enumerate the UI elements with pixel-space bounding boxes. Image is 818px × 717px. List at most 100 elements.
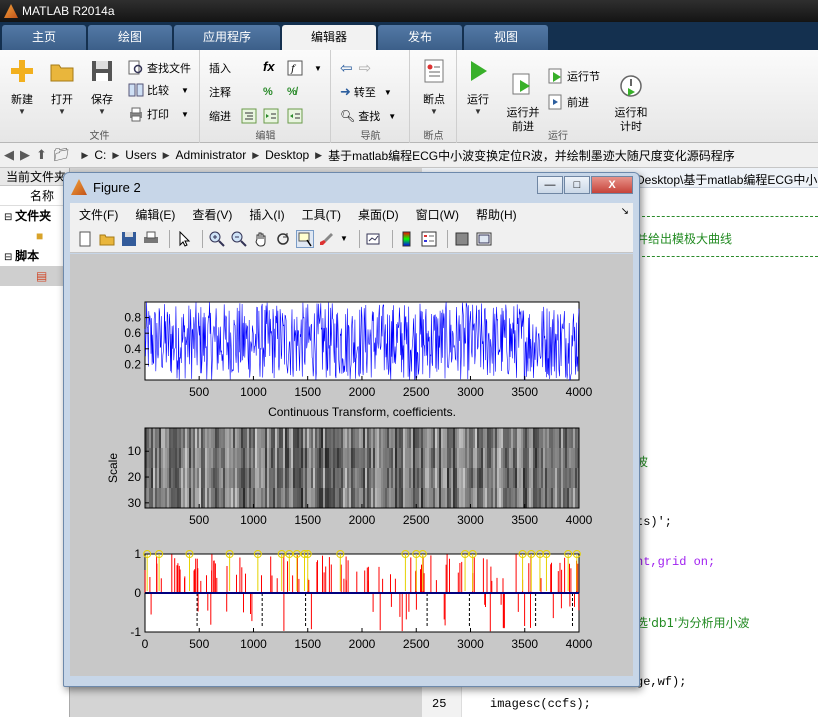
heatmap-cell (351, 428, 354, 449)
decrease-indent-button[interactable] (287, 106, 306, 126)
folder-item[interactable]: ■ (0, 226, 69, 246)
subplot-2-ylabel: Scale (106, 453, 120, 483)
run-group: 运行 ▼ 运行并 前进 运行节 前进 运行和 计时 运行 (458, 50, 658, 143)
name-column-header[interactable]: 名称 (0, 186, 69, 206)
figure-window[interactable]: Figure 2 — □ X 文件(F) 编辑(E) 查看(V) 插入(I) 工… (63, 172, 640, 687)
heatmap-cell (225, 428, 228, 449)
heatmap-cell (317, 448, 320, 469)
heatmap-cell (499, 468, 502, 489)
heatmap-cell (475, 488, 478, 509)
menu-insert[interactable]: 插入(I) (249, 206, 284, 223)
advance-button[interactable]: 前进 (548, 92, 589, 112)
maximize-button[interactable]: □ (564, 176, 590, 194)
heatmap-cell (543, 488, 546, 509)
save-button[interactable]: 保存 ▼ (82, 58, 122, 116)
goto-button[interactable]: ➜ 转至 ▼ (340, 82, 392, 102)
script-section[interactable]: ⊟ 脚本 (0, 246, 69, 266)
hide-plot-tools-tool[interactable] (453, 230, 471, 248)
insert-legend-tool[interactable] (420, 230, 438, 248)
open-button[interactable]: 打开 ▼ (42, 58, 82, 116)
uncomment-button[interactable]: %̸ (287, 82, 297, 102)
new-button[interactable]: 新建 ▼ (2, 58, 42, 116)
heatmap-cell (253, 468, 256, 489)
menu-window[interactable]: 窗口(W) (416, 206, 459, 223)
folder-section[interactable]: ⊟ 文件夹 (0, 206, 69, 226)
heatmap-cell (275, 428, 278, 449)
run-section-button[interactable]: 运行节 (548, 66, 600, 86)
heatmap-cell (553, 448, 556, 469)
menu-tools[interactable]: 工具(T) (302, 206, 341, 223)
heatmap-cell (403, 448, 406, 469)
new-figure-tool[interactable] (76, 230, 94, 248)
path-segment-users[interactable]: Users (125, 148, 156, 162)
forward-icon[interactable]: ▶ (20, 147, 30, 163)
heatmap-cell (509, 448, 512, 469)
brush-tool[interactable] (318, 230, 336, 248)
rotate-3d-tool[interactable] (274, 230, 292, 248)
smart-indent-button[interactable] (241, 106, 260, 126)
find-files-button[interactable]: 查找文件 (128, 58, 191, 78)
tab-plots[interactable]: 绘图 (88, 25, 172, 50)
insert-button[interactable]: 插入 (209, 58, 231, 78)
heatmap-cell (287, 448, 290, 469)
heatmap-cell (195, 468, 198, 489)
insert-colorbar-tool[interactable] (398, 230, 416, 248)
comment-percent-button[interactable]: % (263, 82, 273, 102)
heatmap-cell (441, 488, 444, 509)
menu-file[interactable]: 文件(F) (79, 206, 118, 223)
zoom-in-tool[interactable] (208, 230, 226, 248)
close-button[interactable]: X (591, 176, 633, 194)
back-forward-buttons[interactable]: ⇦ ⇨ (340, 58, 371, 78)
compare-button[interactable]: 比较 ▼ (128, 80, 189, 100)
menu-edit[interactable]: 编辑(E) (135, 206, 175, 223)
tab-view[interactable]: 视图 (464, 25, 548, 50)
pan-tool[interactable] (252, 230, 270, 248)
path-segment-desktop[interactable]: Desktop (265, 148, 309, 162)
tab-apps[interactable]: 应用程序 (174, 25, 280, 50)
heatmap-cell (163, 448, 166, 469)
dock-icon[interactable]: ↘ (621, 206, 629, 217)
run-button[interactable]: 运行 ▼ (458, 58, 498, 116)
minimize-button[interactable]: — (537, 176, 563, 194)
plots-svg[interactable]: 500 1000 1500 2000 2500 3000 3500 4000 0.20.40.… (70, 254, 633, 676)
chevron-down-icon[interactable]: ▼ (340, 234, 348, 243)
find-button[interactable]: 🔍︎ 查找 ▼ (340, 106, 396, 126)
zoom-out-tool[interactable] (230, 230, 248, 248)
menu-desktop[interactable]: 桌面(D) (358, 206, 399, 223)
browse-folder-icon[interactable]: 📁︎ (53, 147, 70, 163)
heatmap-cell (545, 468, 548, 489)
current-folder-address-bar[interactable]: ◀ ▶ ⬆ 📁︎ ▶ C: ▶ Users ▶ Administrator ▶ … (0, 143, 818, 168)
tab-editor[interactable]: 编辑器 (282, 25, 376, 50)
edit-plot-tool[interactable] (175, 230, 193, 248)
comment-button[interactable]: 注释 (209, 82, 231, 102)
heatmap-cell (223, 428, 226, 449)
open-file-tool[interactable] (98, 230, 116, 248)
heatmap-cell (497, 488, 500, 509)
insert-function-button[interactable]: f ▼ (287, 58, 322, 78)
link-plot-tool[interactable] (365, 230, 383, 248)
menu-help[interactable]: 帮助(H) (476, 206, 517, 223)
increase-indent-button[interactable] (263, 106, 282, 126)
tab-home[interactable]: 主页 (2, 25, 86, 50)
script-item[interactable]: ▤ (0, 266, 69, 286)
menu-view[interactable]: 查看(V) (192, 206, 232, 223)
print-button[interactable]: 打印 ▼ (128, 104, 189, 124)
path-segment-drive[interactable]: C: (94, 148, 106, 162)
path-segment-project-folder[interactable]: 基于matlab编程ECG中小波变换定位R波，并绘制墨迹大随尺度变化源码程序 (328, 147, 735, 164)
fx-button[interactable]: fx (263, 56, 275, 76)
heatmap-cell (265, 488, 268, 509)
print-figure-tool[interactable] (142, 230, 160, 248)
path-segment-administrator[interactable]: Administrator (176, 148, 247, 162)
breakpoints-button[interactable]: 断点 ▼ (414, 58, 454, 116)
heatmap-cell (191, 428, 194, 449)
heatmap-cell (351, 448, 354, 469)
save-figure-tool[interactable] (120, 230, 138, 248)
show-plot-tools-tool[interactable] (475, 230, 493, 248)
data-cursor-tool[interactable] (296, 229, 314, 248)
up-folder-icon[interactable]: ⬆ (36, 147, 47, 163)
heatmap-cell (241, 468, 244, 489)
indent-button[interactable]: 缩进 (209, 106, 231, 126)
back-icon[interactable]: ◀ (4, 147, 14, 163)
tab-publish[interactable]: 发布 (378, 25, 462, 50)
figure-title-bar[interactable]: Figure 2 — □ X (64, 173, 639, 201)
